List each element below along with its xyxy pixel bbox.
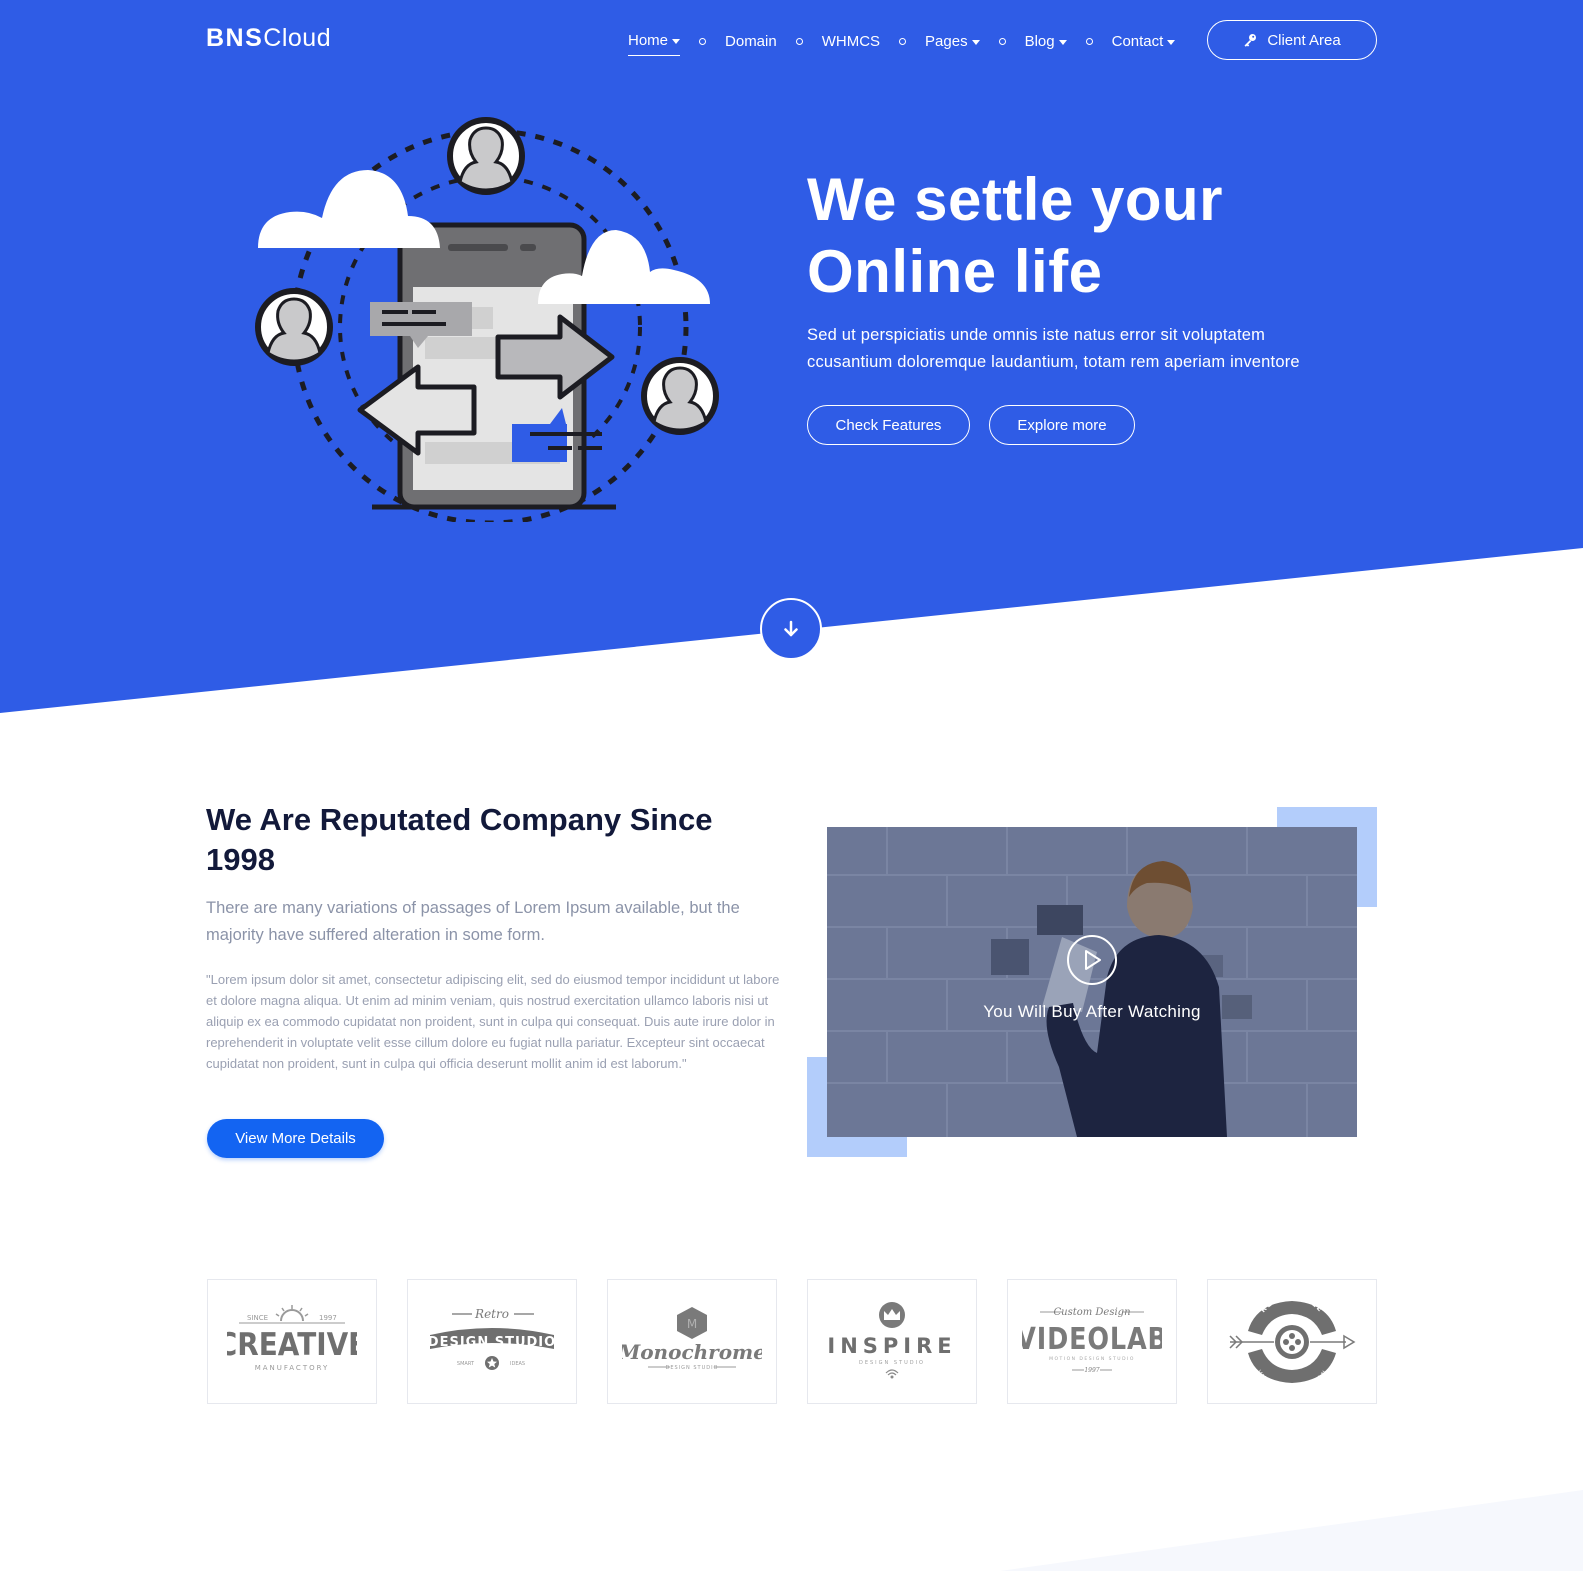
nav-separator — [795, 37, 803, 45]
check-features-label: Check Features — [835, 416, 942, 434]
about-lead: There are many variations of passages of… — [206, 899, 740, 944]
creative-main: CREATIVE — [227, 1326, 357, 1362]
design-studio-main: DESIGN STUDIO — [428, 1335, 556, 1350]
arrow-down-icon — [784, 620, 798, 637]
design-studio-right: IDEAS — [510, 1361, 525, 1367]
nav-home[interactable]: Home — [628, 31, 681, 56]
nav-pages[interactable]: Pages — [925, 33, 980, 50]
key-icon — [1244, 34, 1257, 47]
explore-more-button[interactable]: Explore more — [989, 405, 1135, 445]
retrostyle-logo: RETROSTYLE VIDEO COLLECTION — [1229, 1297, 1356, 1387]
brand-name-light: Cloud — [263, 24, 332, 52]
videolab-sub: MOTION DESIGN STUDIO — [1049, 1356, 1135, 1362]
monochrome-mark: M — [687, 1317, 697, 1331]
hero-description: Sed ut perspiciatis unde omnis iste natu… — [807, 322, 1407, 376]
view-more-details-button[interactable]: View More Details — [207, 1119, 384, 1158]
design-studio-left: SMART — [457, 1361, 475, 1367]
creative-logo: SINCE 1997 CREATIVE MANUFACTORY — [227, 1304, 357, 1372]
client-logo-retrostyle[interactable]: RETROSTYLE VIDEO COLLECTION — [1207, 1279, 1377, 1404]
design-studio-top: Retro — [474, 1307, 509, 1321]
nav-separator — [899, 37, 907, 45]
about-title: We Are Reputated Company Since 1998 — [206, 802, 713, 877]
explore-more-label: Explore more — [1017, 416, 1107, 434]
hero-title-line1: We settle your — [807, 166, 1224, 233]
client-area-label: Client Area — [1267, 31, 1341, 49]
user-avatar-icon — [641, 357, 719, 435]
hero-title-line2: Online life — [807, 238, 1103, 305]
design-studio-logo: Retro DESIGN STUDIO SMART IDEAS — [428, 1307, 556, 1370]
check-features-button[interactable]: Check Features — [807, 405, 970, 445]
inspire-logo: INSPIRE DESIGN STUDIO — [827, 1301, 956, 1378]
user-avatar-icon — [447, 117, 525, 195]
nav-separator — [998, 37, 1006, 45]
play-button[interactable] — [1067, 935, 1117, 985]
chevron-down-icon — [1167, 39, 1176, 45]
videolab-main: VIDEOLAB — [1022, 1320, 1162, 1356]
nav-blog-label: Blog — [1024, 32, 1055, 50]
client-area-button[interactable]: Client Area — [1207, 20, 1377, 60]
creative-since: SINCE — [247, 1314, 268, 1322]
nav-pages-label: Pages — [925, 32, 968, 50]
monochrome-main: Monochrome — [622, 1340, 762, 1364]
client-logo-videolab[interactable]: Custom Design VIDEOLAB MOTION DESIGN STU… — [1007, 1279, 1177, 1404]
chevron-down-icon — [1058, 39, 1067, 45]
play-icon — [1085, 950, 1101, 970]
nav-domain[interactable]: Domain — [725, 33, 777, 50]
brand-logo[interactable]: BNSCloud — [206, 24, 331, 53]
chevron-down-icon — [971, 39, 980, 45]
nav-blog[interactable]: Blog — [1025, 33, 1067, 50]
nav-home-label: Home — [628, 31, 669, 49]
nav-contact-label: Contact — [1111, 32, 1164, 50]
videolab-logo: Custom Design VIDEOLAB MOTION DESIGN STU… — [1022, 1307, 1162, 1374]
main-nav: Home Domain WHMCS Pages Blog Contact — [628, 30, 1176, 56]
creative-sub: MANUFACTORY — [255, 1364, 330, 1372]
nav-contact[interactable]: Contact — [1112, 33, 1176, 50]
nav-whmcs-label: WHMCS — [821, 32, 881, 50]
scroll-down-button[interactable] — [760, 598, 822, 660]
videolab-top: Custom Design — [1053, 1307, 1130, 1318]
nav-separator — [699, 37, 707, 45]
brand-name-bold: BNS — [206, 24, 264, 52]
nav-domain-label: Domain — [725, 32, 777, 50]
view-more-details-label: View More Details — [235, 1130, 356, 1147]
monochrome-sub: DESIGN STUDIO — [665, 1365, 718, 1371]
client-logo-creative[interactable]: SINCE 1997 CREATIVE MANUFACTORY — [207, 1279, 377, 1404]
inspire-sub: DESIGN STUDIO — [859, 1360, 925, 1366]
about-quote: "Lorem ipsum dolor sit amet, consectetur… — [206, 972, 780, 1071]
hero-text-line2: ccusantium doloremque laudantium, totam … — [807, 353, 1300, 371]
client-logo-design-studio[interactable]: Retro DESIGN STUDIO SMART IDEAS — [407, 1279, 577, 1404]
nav-whmcs[interactable]: WHMCS — [822, 33, 880, 50]
client-logo-monochrome[interactable]: M Monochrome DESIGN STUDIO — [607, 1279, 777, 1404]
user-avatar-icon — [255, 288, 333, 366]
chevron-down-icon — [672, 38, 681, 44]
bottom-shape — [1000, 1490, 1583, 1571]
videolab-year: 1997 — [1084, 1367, 1099, 1374]
hero-title: We settle your Online life — [807, 164, 1447, 308]
creative-year: 1997 — [319, 1314, 337, 1322]
client-logo-inspire[interactable]: INSPIRE DESIGN STUDIO — [807, 1279, 977, 1404]
video-caption: You Will Buy After Watching — [983, 1002, 1201, 1021]
nav-separator — [1085, 37, 1093, 45]
hero-illustration — [255, 117, 719, 522]
inspire-main: INSPIRE — [827, 1334, 956, 1358]
monochrome-logo: M Monochrome DESIGN STUDIO — [622, 1306, 762, 1371]
hero-text-line1: Sed ut perspiciatis unde omnis iste natu… — [807, 326, 1266, 344]
